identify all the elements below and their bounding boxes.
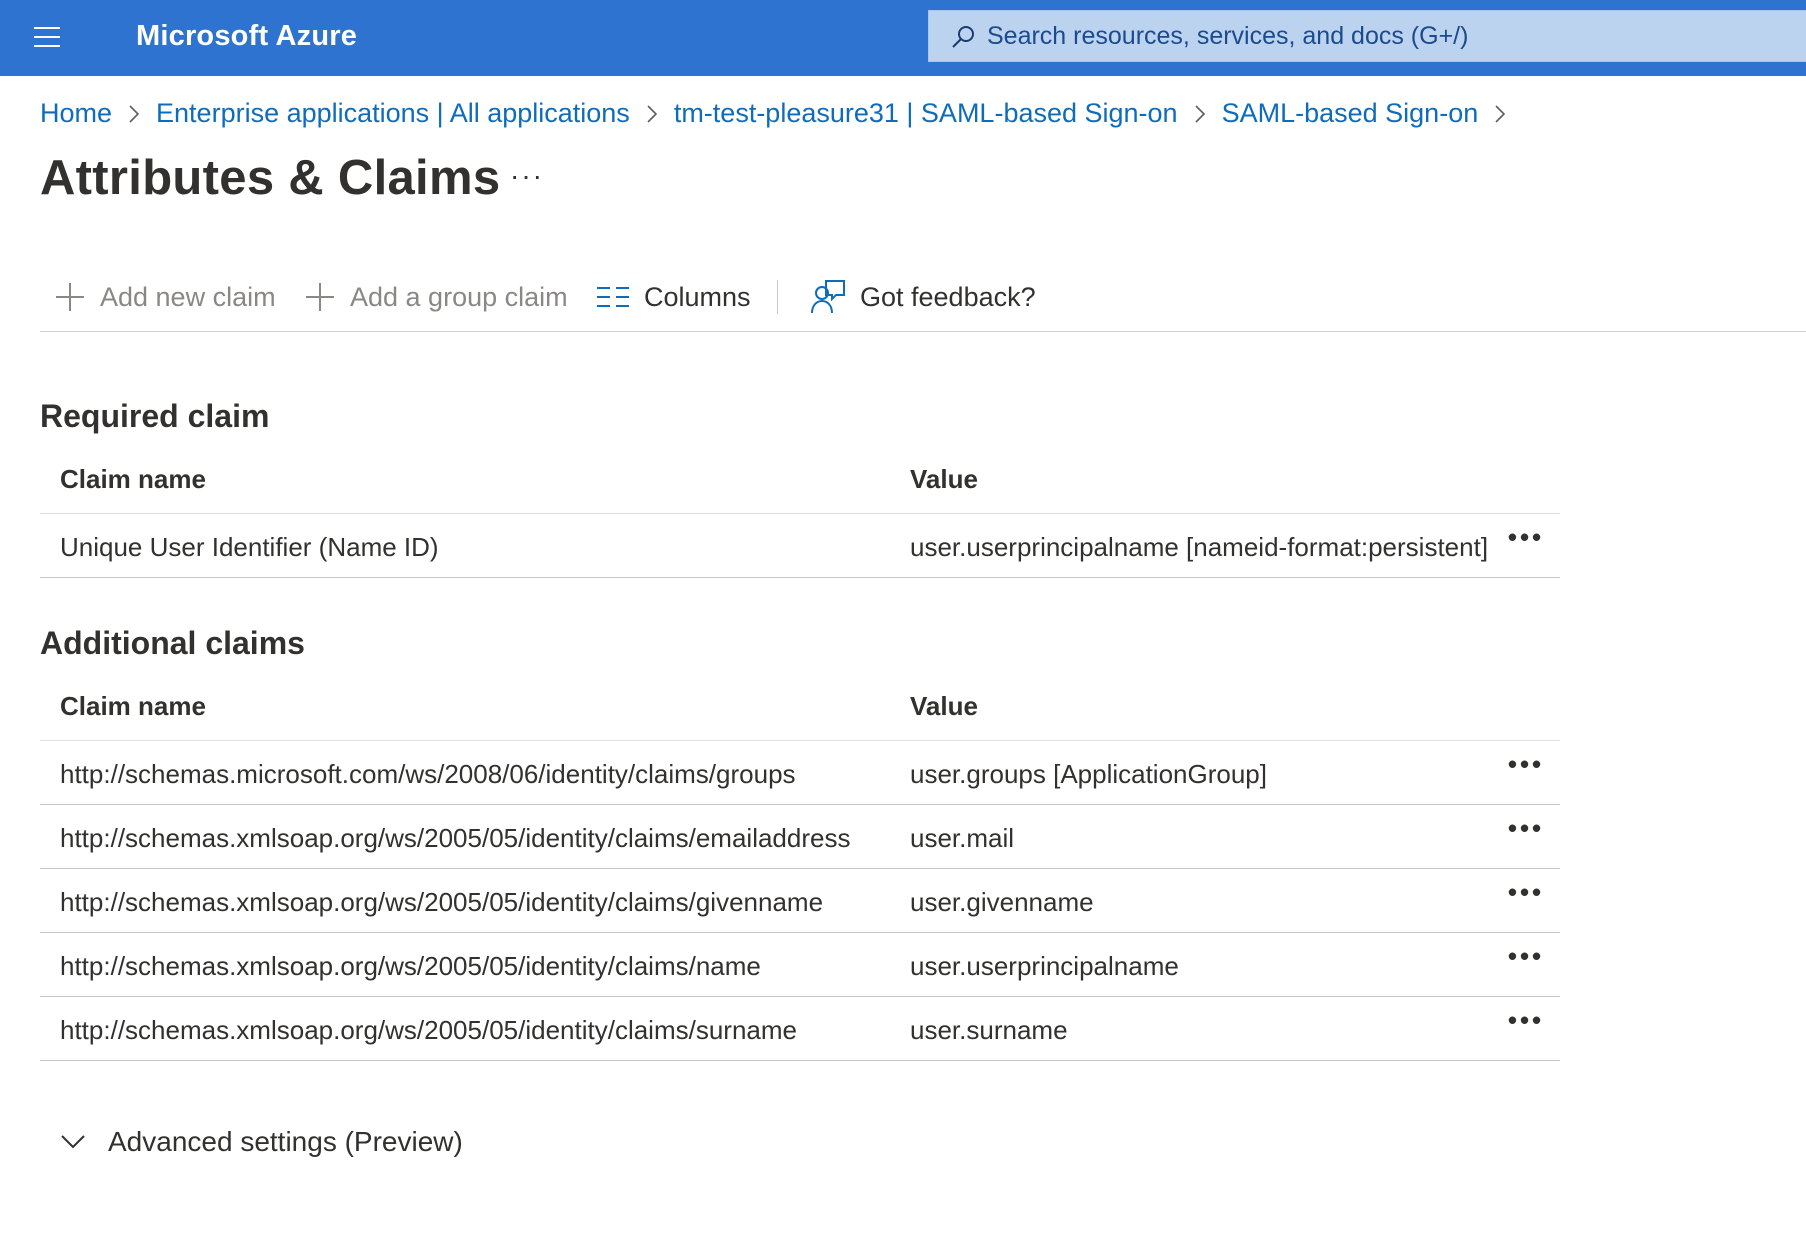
table-header: Claim name Value (40, 677, 1560, 741)
claim-value: user.mail (910, 823, 1015, 853)
global-search[interactable] (928, 10, 1806, 62)
chevron-down-icon (61, 1135, 85, 1149)
row-more-button[interactable]: ••• (1504, 751, 1548, 787)
column-header-value[interactable]: Value (910, 691, 978, 722)
breadcrumb-enterprise-applications[interactable]: Enterprise applications | All applicatio… (156, 98, 630, 129)
top-bar: Microsoft Azure (0, 0, 1806, 76)
plus-icon (306, 283, 334, 311)
additional-claims-table: Claim name Value http://schemas.microsof… (40, 677, 1560, 1061)
page-title: Attributes & Claims (40, 151, 501, 205)
plus-icon (56, 283, 84, 311)
required-claim-heading: Required claim (40, 398, 270, 434)
chevron-right-icon (1178, 98, 1222, 129)
columns-label: Columns (644, 281, 751, 312)
table-row[interactable]: http://schemas.xmlsoap.org/ws/2005/05/id… (40, 805, 1560, 869)
claim-value: user.groups [ApplicationGroup] (910, 759, 1267, 789)
claim-name: http://schemas.xmlsoap.org/ws/2005/05/id… (60, 1015, 798, 1045)
toolbar-separator (40, 331, 1806, 332)
toolbar-divider (777, 280, 778, 314)
table-row[interactable]: http://schemas.microsoft.com/ws/2008/06/… (40, 741, 1560, 805)
feedback-button[interactable]: Got feedback? (810, 274, 1036, 320)
claim-value: user.userprincipalname (910, 951, 1179, 981)
claim-value: user.userprincipalname [nameid-format:pe… (910, 532, 1489, 562)
columns-button[interactable]: Columns (596, 274, 751, 320)
search-icon (952, 26, 974, 48)
claim-name: http://schemas.xmlsoap.org/ws/2005/05/id… (60, 887, 824, 917)
claim-name: Unique User Identifier (Name ID) (60, 532, 439, 562)
advanced-settings-label: Advanced settings (Preview) (108, 1126, 463, 1157)
breadcrumb-home[interactable]: Home (40, 98, 112, 129)
advanced-settings-toggle[interactable]: Advanced settings (Preview) (60, 1120, 463, 1164)
brand-title[interactable]: Microsoft Azure (136, 20, 357, 53)
row-more-button[interactable]: ••• (1504, 879, 1548, 915)
chevron-right-icon (1478, 98, 1522, 129)
table-row[interactable]: Unique User Identifier (Name ID) user.us… (40, 514, 1560, 578)
claim-name: http://schemas.xmlsoap.org/ws/2005/05/id… (60, 951, 761, 981)
feedback-icon (811, 280, 845, 314)
claim-name: http://schemas.microsoft.com/ws/2008/06/… (60, 759, 796, 789)
breadcrumb-saml-sign-on[interactable]: SAML-based Sign-on (1222, 98, 1479, 129)
row-more-button[interactable]: ••• (1504, 1007, 1548, 1043)
column-header-value[interactable]: Value (910, 464, 978, 495)
hamburger-menu-icon[interactable] (30, 23, 64, 53)
additional-claims-heading: Additional claims (40, 625, 305, 661)
add-new-claim-button[interactable]: Add new claim (54, 274, 276, 320)
chevron-right-icon (630, 98, 674, 129)
command-bar: Add new claim Add a group claim Columns … (40, 274, 1806, 320)
search-input[interactable] (987, 11, 1787, 61)
breadcrumb-app-saml[interactable]: tm-test-pleasure31 | SAML-based Sign-on (674, 98, 1178, 129)
column-header-claim-name[interactable]: Claim name (60, 691, 206, 722)
table-header: Claim name Value (40, 450, 1560, 514)
columns-icon (597, 287, 629, 307)
claim-name: http://schemas.xmlsoap.org/ws/2005/05/id… (60, 823, 851, 853)
table-row[interactable]: http://schemas.xmlsoap.org/ws/2005/05/id… (40, 869, 1560, 933)
breadcrumb: Home Enterprise applications | All appli… (40, 94, 1522, 132)
table-row[interactable]: http://schemas.xmlsoap.org/ws/2005/05/id… (40, 933, 1560, 997)
required-claim-table: Claim name Value Unique User Identifier … (40, 450, 1560, 578)
table-row[interactable]: http://schemas.xmlsoap.org/ws/2005/05/id… (40, 997, 1560, 1061)
row-more-button[interactable]: ••• (1504, 815, 1548, 851)
row-more-button[interactable]: ••• (1504, 943, 1548, 979)
page-more-button[interactable]: ··· (510, 160, 544, 192)
add-new-claim-label: Add new claim (100, 281, 276, 312)
claim-value: user.surname (910, 1015, 1068, 1045)
add-group-claim-label: Add a group claim (350, 281, 568, 312)
add-group-claim-button[interactable]: Add a group claim (304, 274, 568, 320)
chevron-right-icon (112, 98, 156, 129)
column-header-claim-name[interactable]: Claim name (60, 464, 206, 495)
claim-value: user.givenname (910, 887, 1094, 917)
feedback-label: Got feedback? (860, 281, 1036, 312)
row-more-button[interactable]: ••• (1504, 524, 1548, 560)
